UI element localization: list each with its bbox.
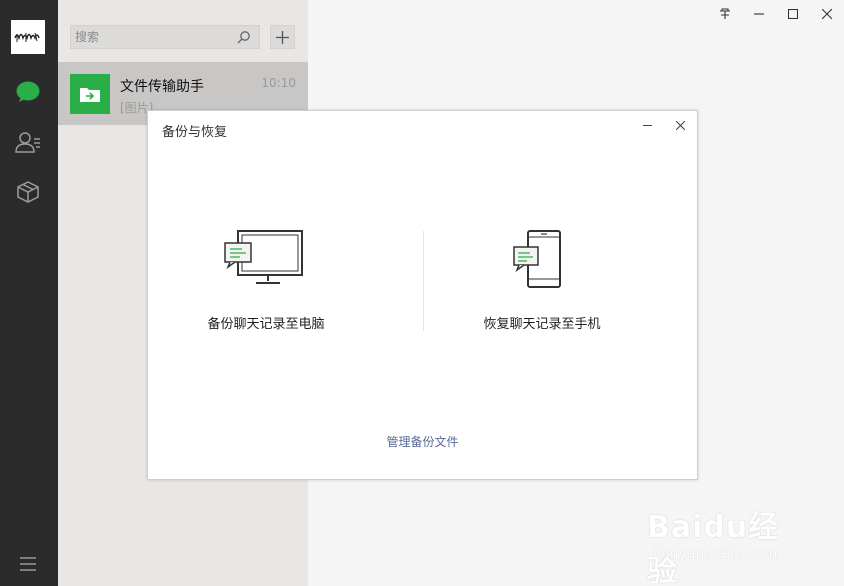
file-transfer-icon [70, 74, 110, 114]
chat-time: 10:10 [261, 76, 296, 90]
window-controls [708, 0, 844, 28]
search-box [70, 25, 260, 49]
watermark-sub: jingyan.baidu.com [653, 546, 783, 562]
minimize-button[interactable] [742, 0, 776, 28]
maximize-button[interactable] [776, 0, 810, 28]
manage-backup-files-link: 管理备份文件 [148, 433, 697, 450]
collection-box-icon[interactable] [14, 178, 42, 206]
menu-icon[interactable] [14, 550, 42, 578]
contacts-icon[interactable] [14, 128, 42, 156]
close-icon [675, 120, 685, 130]
close-icon [822, 9, 832, 19]
watermark-main: Baidu经验 [647, 510, 780, 586]
restore-to-phone-option[interactable]: 恢复聊天记录至手机 [424, 229, 660, 339]
close-button[interactable] [810, 0, 844, 28]
phone-icon [513, 230, 561, 288]
minimize-icon [754, 13, 764, 15]
chat-icon[interactable] [14, 78, 42, 106]
add-chat-button[interactable] [270, 25, 295, 49]
minimize-icon [642, 124, 652, 126]
search-input[interactable] [71, 26, 259, 48]
plus-icon [276, 30, 289, 44]
watermark: Baidu经验 jingyan.baidu.com [645, 502, 805, 586]
chat-name: 文件传输助手 [120, 79, 204, 95]
backup-label: 备份聊天记录至电脑 [207, 317, 325, 332]
dialog-close-button[interactable] [669, 116, 691, 134]
computer-icon [224, 230, 303, 284]
manage-backup-link-text[interactable]: 管理备份文件 [386, 435, 458, 449]
pin-icon [720, 8, 730, 19]
search-icon[interactable] [237, 30, 251, 44]
pin-button[interactable] [708, 0, 742, 28]
dialog-minimize-button[interactable] [636, 116, 658, 134]
dialog-title: 备份与恢复 [162, 125, 228, 140]
left-sidebar [0, 0, 58, 586]
user-avatar[interactable] [11, 20, 45, 54]
maximize-icon [788, 9, 798, 19]
restore-label: 恢复聊天记录至手机 [483, 317, 601, 332]
backup-restore-dialog: 备份与恢复 备份聊天记录至电脑 恢复聊天记录至手机 管理备份文件 [147, 110, 698, 480]
backup-to-pc-option[interactable]: 备份聊天记录至电脑 [148, 229, 384, 339]
